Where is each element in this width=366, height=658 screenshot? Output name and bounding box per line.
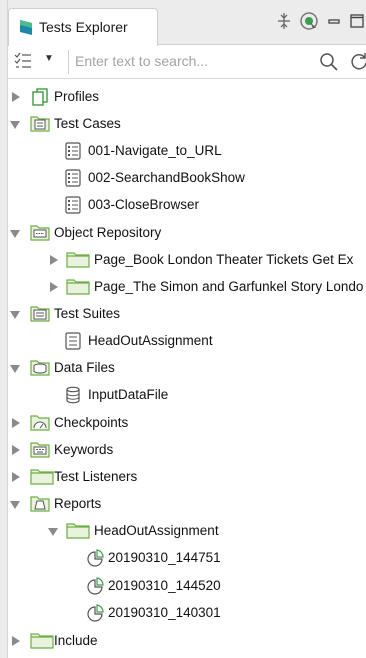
maximize-icon[interactable] — [348, 8, 366, 34]
tab-tests-explorer[interactable]: Tests Explorer — [8, 8, 158, 46]
tree-item-keywords[interactable]: Keywords — [8, 437, 366, 463]
folder-icon — [30, 468, 54, 486]
test-suites-folder-icon — [30, 305, 50, 323]
tree-item-report[interactable]: 20190310_144751 — [8, 545, 366, 571]
tree-item-page-folder[interactable]: Page_Book London Theater Tickets Get Ex — [8, 247, 366, 273]
test-case-icon — [64, 169, 84, 187]
tree-item-label: 20190310_144520 — [108, 578, 221, 593]
tree-item-test-case[interactable]: 001-Navigate_to_URL — [8, 138, 366, 164]
tree-item-reports[interactable]: Reports — [8, 491, 366, 517]
expand-arrow-icon[interactable] — [12, 92, 20, 102]
tree-item-label: 20190310_140301 — [108, 605, 221, 620]
filter-list-icon[interactable] — [14, 52, 34, 72]
tree-item-test-cases[interactable]: Test Cases — [8, 111, 366, 137]
tree-item-data-file[interactable]: InputDataFile — [8, 382, 366, 408]
folder-icon — [30, 632, 54, 650]
expand-arrow-icon[interactable] — [12, 472, 20, 482]
tree-item-test-case[interactable]: 002-SearchandBookShow — [8, 165, 366, 191]
tree-item-checkpoints[interactable]: Checkpoints — [8, 410, 366, 436]
object-repository-folder-icon — [30, 224, 50, 242]
reports-folder-icon — [30, 495, 50, 513]
tree-item-report[interactable]: 20190310_140301 — [8, 600, 366, 626]
tree-item-page-folder[interactable]: Page_The Simon and Garfunkel Story Londo — [8, 274, 366, 300]
tree-item-label: Page_Book London Theater Tickets Get Ex — [94, 252, 354, 267]
filter-dropdown-icon[interactable]: ▼ — [44, 53, 54, 64]
tree-item-label: Checkpoints — [54, 415, 129, 430]
expand-arrow-icon[interactable] — [12, 445, 20, 455]
tree-item-report[interactable]: 20190310_144520 — [8, 573, 366, 599]
report-pie-icon — [86, 549, 106, 567]
search-bar: ▼ — [8, 46, 366, 79]
tree-item-label: Object Repository — [54, 225, 162, 240]
tree-item-label: 002-SearchandBookShow — [88, 170, 245, 185]
tab-title: Tests Explorer — [39, 19, 128, 35]
expand-arrow-icon[interactable] — [12, 636, 20, 646]
tree-item-include[interactable]: Include — [8, 628, 366, 654]
checkpoints-folder-icon — [30, 414, 50, 432]
folder-icon — [66, 278, 90, 296]
expand-arrow-icon[interactable] — [12, 418, 20, 428]
profiles-icon — [30, 88, 50, 106]
folder-icon — [66, 522, 90, 540]
tree-item-label: HeadOutAssignment — [94, 523, 219, 538]
tree-item-data-files[interactable]: Data Files — [8, 355, 366, 381]
tree-item-test-case[interactable]: 003-CloseBrowser — [8, 192, 366, 218]
test-suite-icon — [64, 332, 84, 350]
search-icon[interactable] — [319, 52, 339, 77]
refresh-icon[interactable] — [349, 52, 366, 77]
tree-item-label: 003-CloseBrowser — [88, 197, 200, 212]
katalon-logo-icon — [19, 19, 33, 41]
tree-item-label: Reports — [54, 496, 102, 511]
view-tab-bar: Tests Explorer — [8, 0, 366, 46]
tree-item-label: Profiles — [54, 89, 100, 104]
expand-arrow-icon[interactable] — [50, 282, 58, 292]
collapse-arrow-icon[interactable] — [10, 230, 20, 238]
keywords-folder-icon — [30, 441, 50, 459]
tree-item-label: InputDataFile — [88, 387, 169, 402]
report-pie-icon — [86, 577, 106, 595]
expand-arrow-icon[interactable] — [50, 255, 58, 265]
tree-item-label: Page_The Simon and Garfunkel Story Londo — [94, 279, 364, 294]
tree-item-label: HeadOutAssignment — [88, 333, 213, 348]
minimize-icon[interactable] — [326, 8, 342, 34]
collapse-arrow-icon[interactable] — [48, 528, 58, 536]
data-files-folder-icon — [30, 359, 50, 377]
folder-icon — [66, 251, 90, 269]
database-icon — [64, 386, 84, 404]
tree-item-label: 001-Navigate_to_URL — [88, 143, 222, 158]
tree-item-report-folder[interactable]: HeadOutAssignment — [8, 518, 366, 544]
focus-icon[interactable] — [298, 8, 320, 34]
tree-item-label: 20190310_144751 — [108, 550, 221, 565]
tree-item-label: Test Suites — [54, 306, 121, 321]
tree-item-label: Keywords — [54, 442, 114, 457]
search-input[interactable] — [75, 50, 315, 72]
tree-item-profiles[interactable]: Profiles — [8, 84, 366, 110]
collapse-arrow-icon[interactable] — [10, 311, 20, 319]
tree-item-test-suite[interactable]: HeadOutAssignment — [8, 328, 366, 354]
test-cases-folder-icon — [30, 115, 50, 133]
test-case-icon — [64, 196, 84, 214]
tree-item-test-suites[interactable]: Test Suites — [8, 301, 366, 327]
tree-item-object-repository[interactable]: Object Repository — [8, 220, 366, 246]
search-divider — [68, 50, 69, 74]
report-pie-icon — [86, 604, 106, 622]
collapse-arrow-icon[interactable] — [10, 121, 20, 129]
tree-item-label: Include — [54, 633, 98, 648]
collapse-arrow-icon[interactable] — [10, 365, 20, 373]
collapse-arrow-icon[interactable] — [10, 501, 20, 509]
tree-item-label: Test Cases — [54, 116, 121, 131]
tree-item-test-listeners[interactable]: Test Listeners — [8, 464, 366, 490]
left-rail — [0, 0, 8, 658]
tree-item-label: Test Listeners — [54, 469, 138, 484]
test-case-icon — [64, 142, 84, 160]
collapse-all-icon[interactable] — [274, 8, 294, 34]
tree-item-label: Data Files — [54, 360, 115, 375]
